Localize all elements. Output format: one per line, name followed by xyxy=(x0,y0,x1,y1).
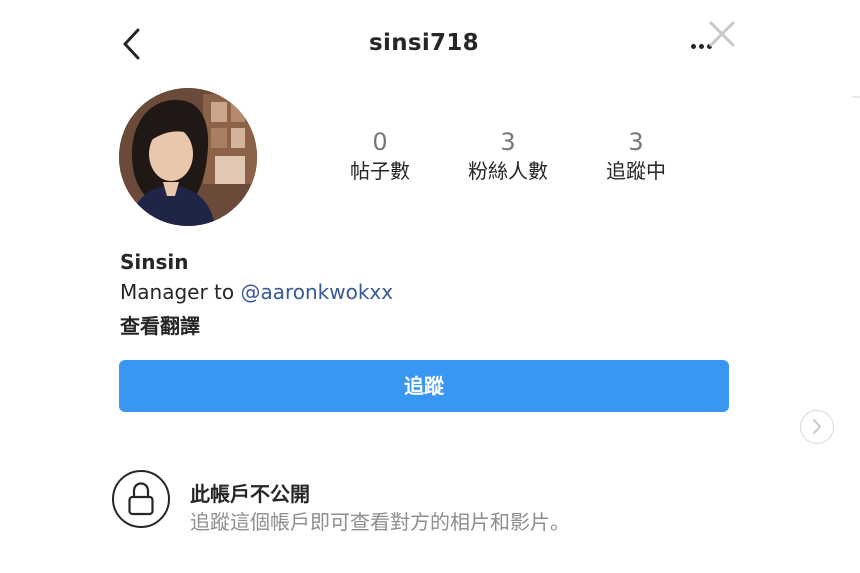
stat-label: 帖子數 xyxy=(350,159,410,183)
close-icon xyxy=(708,20,736,48)
see-translation-link[interactable]: 查看翻譯 xyxy=(120,310,200,339)
stat-followers[interactable]: 3 粉絲人數 xyxy=(448,128,568,186)
divider xyxy=(852,96,860,98)
chevron-right-icon xyxy=(813,419,821,434)
stat-following[interactable]: 3 追蹤中 xyxy=(576,128,696,186)
stat-posts[interactable]: 0 帖子數 xyxy=(320,128,440,186)
next-profile-button[interactable] xyxy=(800,410,834,444)
close-button[interactable] xyxy=(704,16,740,52)
private-account-title: 此帳戶不公開 xyxy=(190,482,310,506)
follow-button[interactable]: 追蹤 xyxy=(119,360,729,412)
mention-link[interactable]: @aaronkwokxx xyxy=(240,280,393,304)
private-account-badge xyxy=(112,470,170,528)
profile-bio: Manager to @aaronkwokxx xyxy=(120,280,393,304)
stat-count: 3 xyxy=(500,128,516,156)
stat-count: 0 xyxy=(372,128,388,156)
bio-text: Manager to xyxy=(120,280,241,304)
lock-icon xyxy=(128,482,154,516)
profile-name: Sinsin xyxy=(120,250,189,274)
stat-label: 粉絲人數 xyxy=(468,159,548,183)
stat-count: 3 xyxy=(628,128,644,156)
profile-stats: 0 帖子數 3 粉絲人數 3 追蹤中 xyxy=(300,128,720,188)
avatar[interactable] xyxy=(119,88,257,226)
profile-header: sinsi718 xyxy=(0,0,860,90)
private-account-description: 追蹤這個帳戶即可查看對方的相片和影片。 xyxy=(190,510,570,534)
dot xyxy=(691,44,696,49)
stat-label: 追蹤中 xyxy=(606,159,666,183)
profile-photo xyxy=(119,88,257,226)
